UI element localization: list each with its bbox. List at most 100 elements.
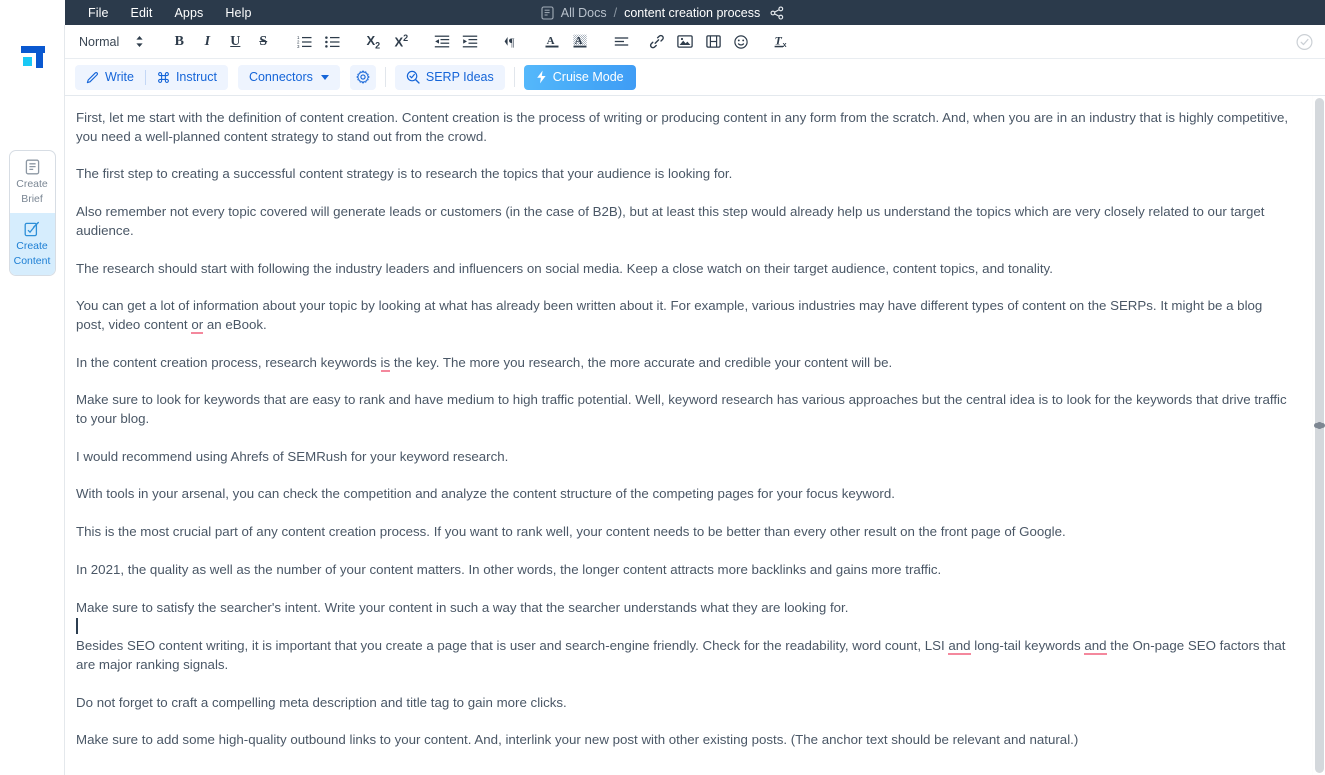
paragraph-text: the key. The more you research, the more… xyxy=(390,354,893,370)
svg-text:A: A xyxy=(547,35,555,47)
paragraph-text: In the content creation process, researc… xyxy=(76,354,381,370)
bold-button[interactable]: B xyxy=(166,30,192,54)
svg-text:¶: ¶ xyxy=(509,35,515,48)
document-scrollbar[interactable] xyxy=(1312,96,1325,775)
svg-text:3: 3 xyxy=(297,44,300,48)
svg-text:T: T xyxy=(774,34,782,48)
grammar-suggestion[interactable]: is xyxy=(380,354,391,372)
toolbar-separator-1 xyxy=(384,67,386,87)
underline-button[interactable]: U xyxy=(222,30,248,54)
brief-document-icon xyxy=(25,158,40,176)
menu-file[interactable]: File xyxy=(77,3,120,23)
topbar-logo-spacer xyxy=(0,0,65,25)
image-icon[interactable] xyxy=(672,30,698,54)
lightning-bolt-icon xyxy=(536,70,547,84)
cruise-mode-label: Cruise Mode xyxy=(552,70,624,84)
settings-gear-button[interactable] xyxy=(349,64,376,90)
emoji-icon[interactable] xyxy=(728,30,754,54)
paragraph[interactable]: Also remember not every topic covered wi… xyxy=(76,203,1290,240)
document-area: First, let me start with the definition … xyxy=(65,96,1325,775)
paragraph-text: Besides SEO content writing, it is impor… xyxy=(76,638,949,654)
subscript-button[interactable]: X2 xyxy=(360,30,386,54)
paragraph[interactable]: You can get a lot of information about y… xyxy=(76,297,1290,334)
clear-format-icon[interactable]: T x xyxy=(769,30,795,54)
grammar-suggestion[interactable]: or xyxy=(191,316,204,334)
unordered-list-button[interactable] xyxy=(319,30,345,54)
breadcrumb-all-docs[interactable]: All Docs xyxy=(561,6,607,20)
gear-icon xyxy=(356,70,370,84)
main-menu: File Edit Apps Help xyxy=(65,3,263,23)
share-icon[interactable] xyxy=(770,5,784,20)
indent-button[interactable] xyxy=(457,30,483,54)
italic-button[interactable]: I xyxy=(194,30,220,54)
cruise-mode-button[interactable]: Cruise Mode xyxy=(523,64,636,90)
top-menu-bar: File Edit Apps Help All Docs / content c… xyxy=(0,0,1325,25)
paragraph[interactable]: The first step to creating a successful … xyxy=(76,165,1290,184)
paragraph[interactable]: I would recommend using Ahrefs of SEMRus… xyxy=(76,448,1290,467)
paragraph[interactable]: Make sure to satisfy the searcher's inte… xyxy=(76,599,1290,618)
align-left-icon[interactable] xyxy=(608,30,634,54)
menu-apps[interactable]: Apps xyxy=(164,3,215,23)
updown-chevron-icon xyxy=(135,35,144,48)
connectors-label: Connectors xyxy=(248,70,313,84)
instruct-button[interactable]: Instruct xyxy=(146,65,228,90)
document-body[interactable]: First, let me start with the definition … xyxy=(76,109,1290,750)
write-button[interactable]: Write xyxy=(75,65,145,90)
app-logo[interactable] xyxy=(8,33,55,80)
grammar-suggestion[interactable]: and xyxy=(948,638,971,656)
rail-label-create-brief-line1: Create xyxy=(16,178,48,190)
paragraph-text: long-tail keywords xyxy=(970,638,1085,654)
paragraph[interactable]: Do not forget to craft a compelling meta… xyxy=(76,694,1290,713)
paragraph[interactable]: Besides SEO content writing, it is impor… xyxy=(76,637,1290,674)
write-label: Write xyxy=(105,70,134,84)
rail-label-create-brief-line2: Brief xyxy=(21,192,43,205)
scrollbar-grip[interactable] xyxy=(1316,422,1323,429)
grammar-suggestion[interactable]: and xyxy=(1084,638,1107,656)
paragraph[interactable]: In the content creation process, researc… xyxy=(76,354,1290,373)
paragraph-direction-icon[interactable]: ¶ xyxy=(498,30,524,54)
video-icon[interactable] xyxy=(700,30,726,54)
saved-status-icon[interactable] xyxy=(1296,33,1313,50)
paragraph[interactable]: With tools in your arsenal, you can chec… xyxy=(76,485,1290,504)
toolbar-separator-2 xyxy=(513,67,515,87)
chevron-down-icon xyxy=(320,74,329,80)
logo-mark-icon xyxy=(18,43,46,71)
rail-button-group: Create Brief Create Content xyxy=(8,150,56,276)
paragraph-text: an eBook. xyxy=(203,316,267,332)
paragraph[interactable]: Make sure to add some high-quality outbo… xyxy=(76,731,1290,750)
paragraph[interactable]: First, let me start with the definition … xyxy=(76,109,1290,146)
breadcrumb-separator: / xyxy=(613,5,618,20)
document-icon xyxy=(541,5,554,20)
format-toolbar: Normal B I U S 1 2 3 X2 X2 ¶ A A T x xyxy=(65,25,1325,59)
superscript-button[interactable]: X2 xyxy=(388,30,414,54)
ordered-list-button[interactable]: 1 2 3 xyxy=(291,30,317,54)
text-cursor xyxy=(76,617,1290,636)
serp-ideas-label: SERP Ideas xyxy=(425,70,494,84)
document-scroll-region[interactable]: First, let me start with the definition … xyxy=(65,96,1312,775)
rail-item-create-content[interactable]: Create Content xyxy=(9,213,55,275)
main-frame: Create Brief Create Content Normal B I U… xyxy=(0,25,1325,775)
app-root: File Edit Apps Help All Docs / content c… xyxy=(0,0,1325,775)
paragraph-style-select[interactable]: Normal xyxy=(69,33,152,51)
document-title[interactable]: content creation process xyxy=(624,6,760,20)
pencil-icon xyxy=(86,71,99,84)
serp-ideas-button[interactable]: SERP Ideas xyxy=(394,64,505,90)
scrollbar-track[interactable] xyxy=(1315,98,1324,773)
highlight-icon[interactable]: A xyxy=(567,30,593,54)
paragraph[interactable]: In 2021, the quality as well as the numb… xyxy=(76,561,1290,580)
paragraph[interactable]: The research should start with following… xyxy=(76,260,1290,279)
text-color-icon[interactable]: A xyxy=(539,30,565,54)
menu-help[interactable]: Help xyxy=(214,3,262,23)
paragraph[interactable]: Make sure to look for keywords that are … xyxy=(76,391,1290,428)
connectors-dropdown[interactable]: Connectors xyxy=(237,64,340,90)
rail-item-create-brief[interactable]: Create Brief xyxy=(10,151,55,213)
compose-pencil-icon xyxy=(24,220,40,238)
menu-edit[interactable]: Edit xyxy=(120,3,164,23)
strikethrough-button[interactable]: S xyxy=(250,30,276,54)
svg-text:A: A xyxy=(575,35,583,47)
outdent-button[interactable] xyxy=(429,30,455,54)
paragraph[interactable]: This is the most crucial part of any con… xyxy=(76,523,1290,542)
instruct-label: Instruct xyxy=(175,70,217,84)
svg-text:x: x xyxy=(782,42,786,49)
link-icon[interactable] xyxy=(644,30,670,54)
